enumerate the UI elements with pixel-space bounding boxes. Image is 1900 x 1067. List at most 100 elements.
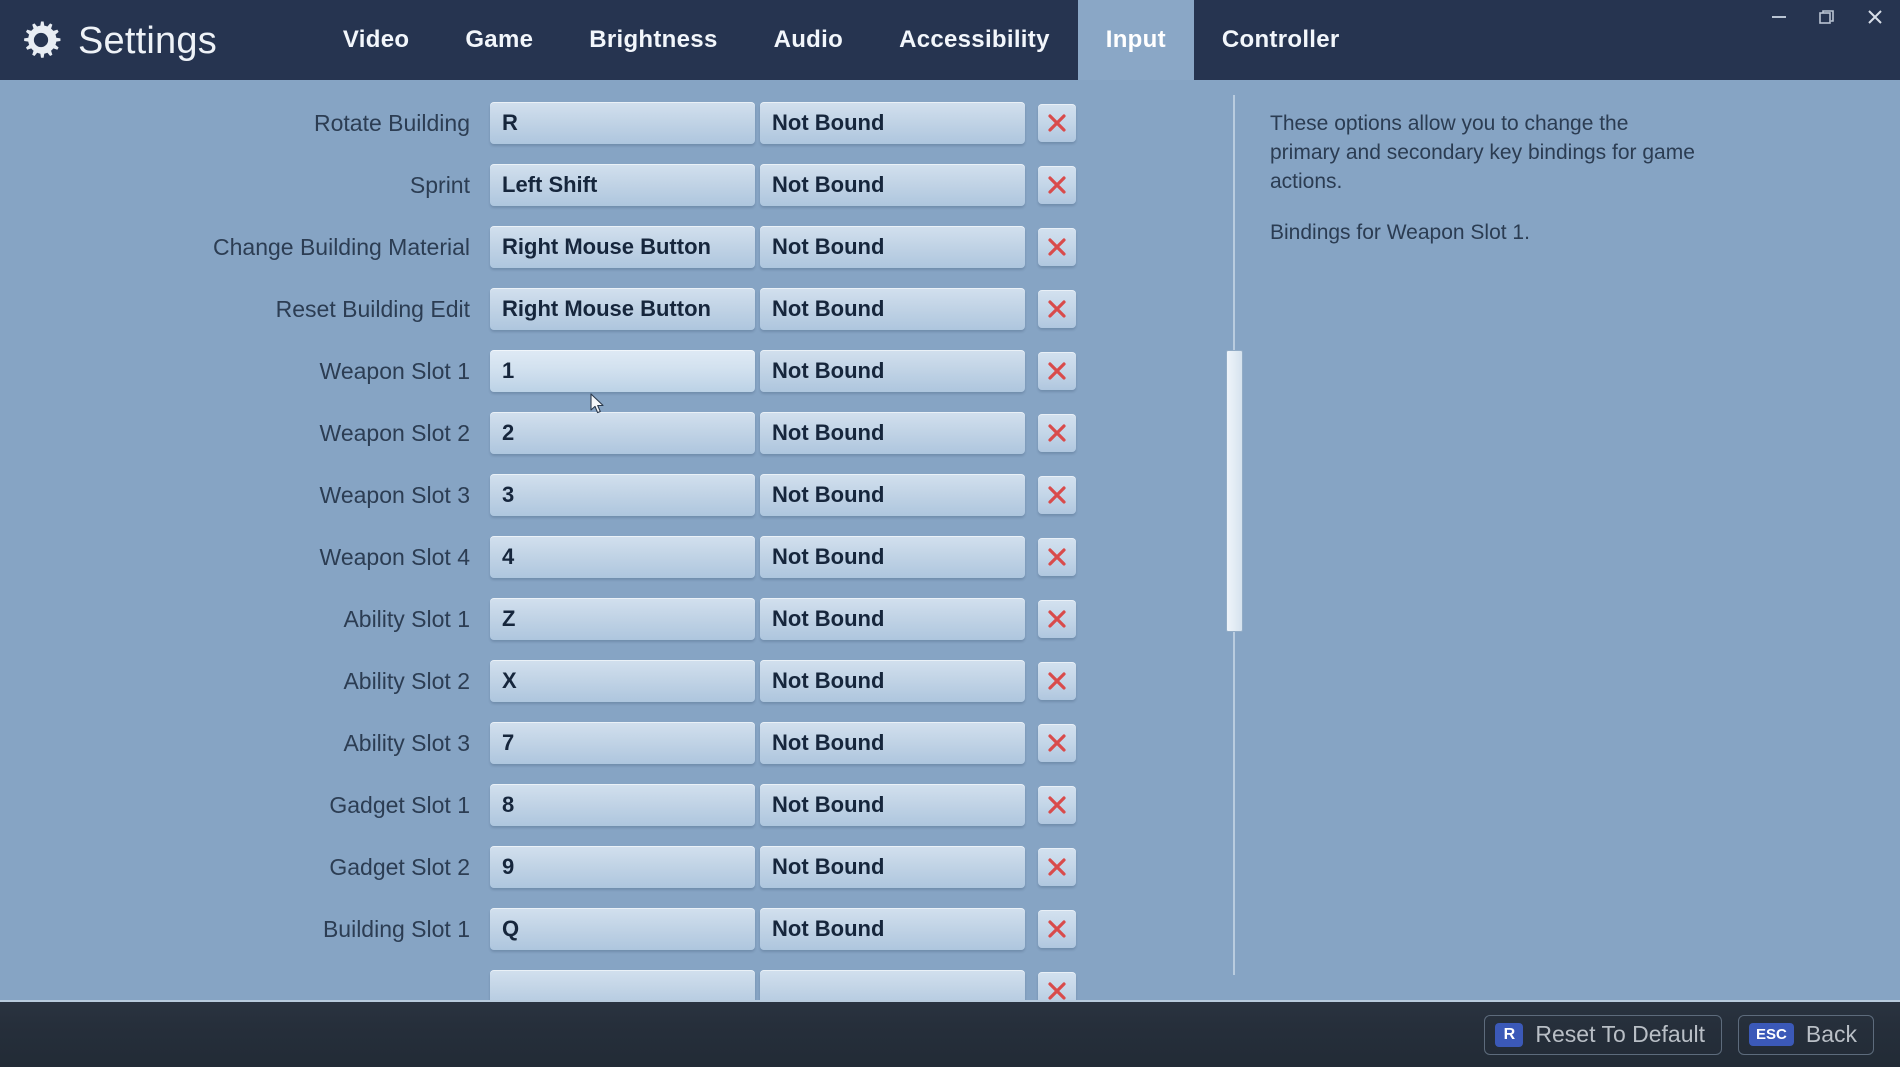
clear-binding-button[interactable] bbox=[1038, 538, 1076, 576]
primary-binding-field[interactable]: X bbox=[490, 660, 755, 702]
clear-binding-button[interactable] bbox=[1038, 414, 1076, 452]
tab-label: Audio bbox=[773, 26, 844, 53]
keybinding-row bbox=[0, 960, 1220, 1000]
tab-video[interactable]: Video bbox=[315, 0, 437, 80]
clear-binding-button[interactable] bbox=[1038, 910, 1076, 948]
clear-binding-button[interactable] bbox=[1038, 724, 1076, 762]
secondary-binding-field[interactable]: Not Bound bbox=[760, 660, 1025, 702]
secondary-binding-field[interactable]: Not Bound bbox=[760, 846, 1025, 888]
reset-keycap: R bbox=[1495, 1022, 1524, 1047]
secondary-binding-field[interactable]: Not Bound bbox=[760, 226, 1025, 268]
keybinding-row: Gadget Slot 1 8 Not Bound bbox=[0, 774, 1220, 836]
keybinding-action-label: Ability Slot 2 bbox=[343, 667, 470, 694]
tab-controller[interactable]: Controller bbox=[1194, 0, 1368, 80]
app-brand: Settings bbox=[0, 0, 217, 80]
keybinding-action-label: Sprint bbox=[409, 171, 470, 198]
gear-icon bbox=[20, 19, 62, 61]
primary-binding-field[interactable]: 8 bbox=[490, 784, 755, 826]
clear-binding-button[interactable] bbox=[1038, 228, 1076, 266]
minimize-icon[interactable] bbox=[1768, 6, 1790, 28]
keybinding-action-label: Change Building Material bbox=[213, 233, 470, 260]
primary-binding-field[interactable]: 9 bbox=[490, 846, 755, 888]
keybinding-row: Weapon Slot 4 4 Not Bound bbox=[0, 526, 1220, 588]
secondary-binding-field[interactable]: Not Bound bbox=[760, 722, 1025, 764]
secondary-binding-field[interactable] bbox=[760, 970, 1025, 1000]
keybinding-action-label: Gadget Slot 1 bbox=[329, 791, 470, 818]
secondary-binding-field[interactable]: Not Bound bbox=[760, 102, 1025, 144]
close-icon bbox=[1046, 918, 1068, 940]
restore-icon[interactable] bbox=[1816, 6, 1838, 28]
close-icon bbox=[1046, 794, 1068, 816]
keybinding-row: Rotate Building R Not Bound bbox=[0, 92, 1220, 154]
primary-binding-field[interactable]: 7 bbox=[490, 722, 755, 764]
scrollbar[interactable] bbox=[1223, 95, 1245, 975]
clear-binding-button[interactable] bbox=[1038, 600, 1076, 638]
keybinding-row: Gadget Slot 2 9 Not Bound bbox=[0, 836, 1220, 898]
close-icon bbox=[1046, 732, 1068, 754]
tab-game[interactable]: Game bbox=[437, 0, 561, 80]
reset-to-default-button[interactable]: R Reset To Default bbox=[1484, 1014, 1723, 1055]
secondary-binding-field[interactable]: Not Bound bbox=[760, 536, 1025, 578]
primary-binding-field[interactable]: Q bbox=[490, 908, 755, 950]
primary-binding-field[interactable]: 1 bbox=[490, 350, 755, 392]
tab-label: Video bbox=[342, 26, 410, 53]
secondary-binding-field[interactable]: Not Bound bbox=[760, 908, 1025, 950]
clear-binding-button[interactable] bbox=[1038, 352, 1076, 390]
primary-binding-field[interactable]: Right Mouse Button bbox=[490, 226, 755, 268]
settings-tab-bar: Video Game Brightness Audio Accessibility Inp… bbox=[315, 0, 1368, 80]
secondary-binding-field[interactable]: Not Bound bbox=[760, 598, 1025, 640]
clear-binding-button[interactable] bbox=[1038, 786, 1076, 824]
secondary-binding-field[interactable]: Not Bound bbox=[760, 164, 1025, 206]
primary-binding-field[interactable]: Z bbox=[490, 598, 755, 640]
close-icon bbox=[1046, 546, 1068, 568]
tab-brightness[interactable]: Brightness bbox=[561, 0, 745, 80]
back-button[interactable]: ESC Back bbox=[1738, 1014, 1874, 1055]
clear-binding-button[interactable] bbox=[1038, 476, 1076, 514]
keybinding-action-label: Weapon Slot 4 bbox=[319, 543, 470, 570]
secondary-binding-field[interactable]: Not Bound bbox=[760, 288, 1025, 330]
close-icon bbox=[1046, 174, 1068, 196]
secondary-binding-field[interactable]: Not Bound bbox=[760, 350, 1025, 392]
primary-binding-field[interactable]: Right Mouse Button bbox=[490, 288, 755, 330]
keybinding-action-label: Gadget Slot 2 bbox=[329, 853, 470, 880]
primary-binding-field[interactable]: R bbox=[490, 102, 755, 144]
secondary-binding-field[interactable]: Not Bound bbox=[760, 784, 1025, 826]
keybinding-row: Ability Slot 3 7 Not Bound bbox=[0, 712, 1220, 774]
primary-binding-field[interactable]: 2 bbox=[490, 412, 755, 454]
close-icon[interactable] bbox=[1864, 6, 1886, 28]
keybinding-row: Reset Building Edit Right Mouse Button Not… bbox=[0, 278, 1220, 340]
primary-binding-field[interactable]: Left Shift bbox=[490, 164, 755, 206]
primary-binding-field[interactable] bbox=[490, 970, 755, 1000]
secondary-binding-field[interactable]: Not Bound bbox=[760, 412, 1025, 454]
close-icon bbox=[1046, 112, 1068, 134]
clear-binding-button[interactable] bbox=[1038, 972, 1076, 1000]
primary-binding-field[interactable]: 4 bbox=[490, 536, 755, 578]
tab-accessibility[interactable]: Accessibility bbox=[871, 0, 1078, 80]
close-icon bbox=[1046, 670, 1068, 692]
close-icon bbox=[1046, 484, 1068, 506]
secondary-binding-field[interactable]: Not Bound bbox=[760, 474, 1025, 516]
description-panel: These options allow you to change the pr… bbox=[1270, 110, 1700, 248]
title-bar: Settings Video Game Brightness Audio Accessi… bbox=[0, 0, 1900, 80]
keybinding-action-label: Weapon Slot 1 bbox=[319, 357, 470, 384]
tab-label: Controller bbox=[1221, 26, 1340, 53]
close-icon bbox=[1046, 980, 1068, 1000]
clear-binding-button[interactable] bbox=[1038, 290, 1076, 328]
keybinding-row: Sprint Left Shift Not Bound bbox=[0, 154, 1220, 216]
clear-binding-button[interactable] bbox=[1038, 104, 1076, 142]
reset-to-default-label: Reset To Default bbox=[1535, 1021, 1706, 1047]
tab-input[interactable]: Input bbox=[1077, 0, 1194, 80]
clear-binding-button[interactable] bbox=[1038, 662, 1076, 700]
primary-binding-field[interactable]: 3 bbox=[490, 474, 755, 516]
keybinding-action-label: Rotate Building bbox=[314, 109, 470, 136]
keybinding-action-label: Ability Slot 3 bbox=[343, 729, 470, 756]
clear-binding-button[interactable] bbox=[1038, 166, 1076, 204]
keybinding-list: Rotate Building R Not Bound Sprint Left Shif… bbox=[0, 92, 1220, 1000]
close-icon bbox=[1046, 422, 1068, 444]
tab-audio[interactable]: Audio bbox=[746, 0, 871, 80]
close-icon bbox=[1046, 298, 1068, 320]
scrollbar-thumb[interactable] bbox=[1226, 350, 1243, 632]
clear-binding-button[interactable] bbox=[1038, 848, 1076, 886]
keybinding-action-label: Reset Building Edit bbox=[275, 295, 470, 322]
tab-label: Game bbox=[465, 26, 534, 53]
